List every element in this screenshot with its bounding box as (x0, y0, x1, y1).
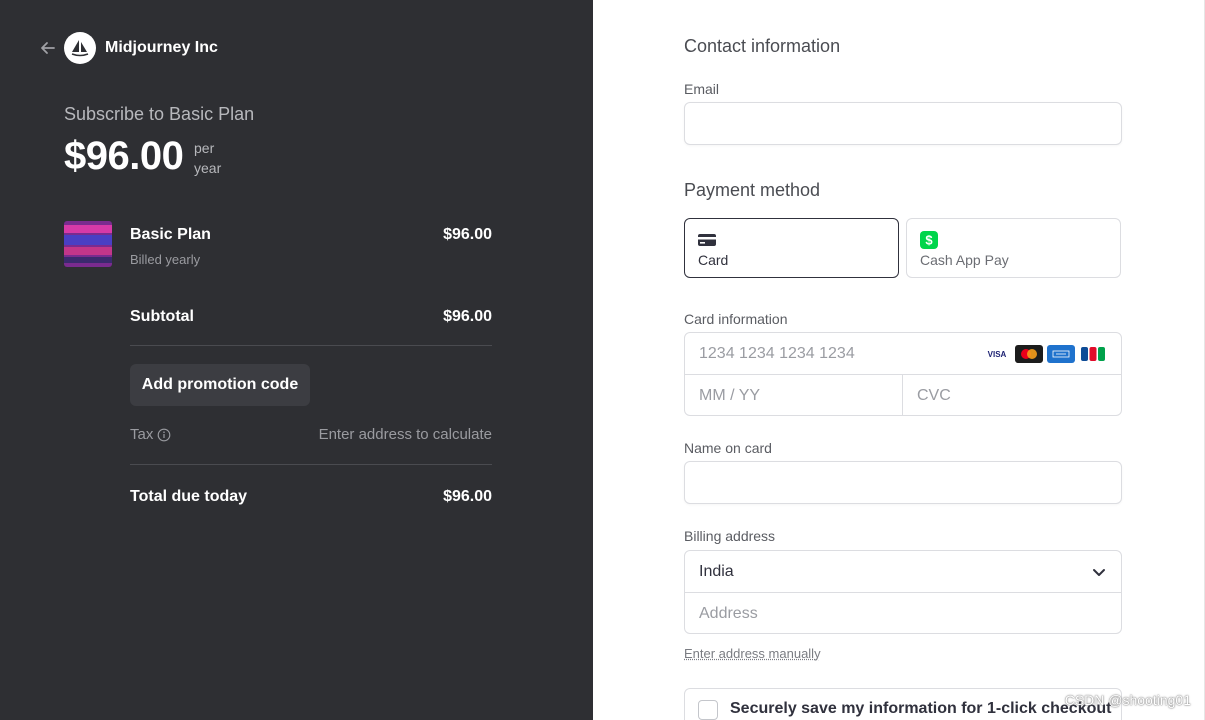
payment-method-card[interactable]: Card (684, 218, 899, 278)
expiry-input[interactable] (685, 375, 902, 416)
period-line-2: year (194, 160, 222, 176)
email-field[interactable] (685, 103, 1121, 144)
save-info-box[interactable]: Securely save my information for 1-click… (684, 688, 1122, 720)
divider (130, 464, 492, 465)
chevron-down-icon (1093, 568, 1105, 576)
payment-method-cash-app[interactable]: $ Cash App Pay (906, 218, 1121, 278)
subtotal-label: Subtotal (130, 308, 194, 325)
total-due-value: $96.00 (443, 488, 492, 505)
address-wrapper (685, 593, 1121, 634)
country-select[interactable]: India (685, 551, 1121, 593)
payment-heading: Payment method (684, 180, 821, 200)
cash-app-method-label: Cash App Pay (920, 252, 1009, 268)
line-item-name: Basic Plan (130, 226, 211, 243)
subtotal-value: $96.00 (443, 308, 492, 325)
enter-address-manually-link[interactable]: Enter address manually (684, 646, 821, 661)
tax-value: Enter address to calculate (318, 426, 492, 443)
save-info-label: Securely save my information for 1-click… (730, 700, 1112, 717)
line-item-price: $96.00 (443, 226, 492, 243)
card-brands: VISA (983, 345, 1107, 363)
plan-price: $96.00 (64, 134, 184, 178)
cvc-wrapper (903, 375, 1121, 416)
svg-text:$: $ (925, 233, 933, 248)
sailboat-icon (71, 40, 89, 57)
name-on-card-label: Name on card (684, 440, 772, 456)
billing-period: per year (194, 138, 221, 178)
subscribe-title: Subscribe to Basic Plan (64, 104, 255, 124)
card-number-wrapper: VISA (685, 333, 1121, 375)
name-field-wrapper (684, 461, 1122, 504)
card-method-label: Card (698, 252, 729, 268)
plan-thumbnail (64, 221, 112, 267)
email-label: Email (684, 81, 720, 97)
visa-logo-icon: VISA (983, 345, 1011, 363)
divider (130, 345, 492, 346)
payment-form-panel: Contact information Email Payment method… (593, 0, 1205, 720)
contact-heading: Contact information (684, 36, 841, 56)
save-info-checkbox[interactable] (698, 700, 718, 720)
total-due-label: Total due today (130, 488, 248, 505)
merchant-logo[interactable] (64, 32, 96, 64)
back-arrow-icon[interactable] (38, 38, 58, 58)
card-info-label: Card information (684, 311, 788, 327)
expiry-wrapper (685, 375, 903, 416)
period-line-1: per (194, 140, 215, 156)
amex-logo-icon (1047, 345, 1075, 363)
mastercard-logo-icon (1015, 345, 1043, 363)
country-value: India (699, 562, 734, 580)
info-icon[interactable] (157, 428, 171, 442)
name-on-card-field[interactable] (685, 462, 1121, 503)
cvc-input[interactable] (903, 375, 1121, 416)
tax-label: Tax (130, 426, 154, 443)
card-icon (698, 234, 716, 246)
card-info-group: VISA (684, 332, 1122, 416)
tax-row-label: Tax (130, 426, 171, 443)
line-item-billing: Billed yearly (130, 252, 201, 267)
merchant-name: Midjourney Inc (105, 39, 218, 56)
watermark: CSDN @shooting01 (1064, 692, 1191, 708)
jcb-logo-icon (1079, 345, 1107, 363)
billing-address-group: India (684, 550, 1122, 634)
address-input[interactable] (685, 593, 1121, 634)
add-promotion-code-button[interactable]: Add promotion code (130, 364, 310, 406)
order-summary-panel: Midjourney Inc Subscribe to Basic Plan $… (0, 0, 593, 720)
email-field-wrapper (684, 102, 1122, 145)
billing-address-label: Billing address (684, 528, 776, 544)
cash-app-icon: $ (920, 231, 938, 249)
